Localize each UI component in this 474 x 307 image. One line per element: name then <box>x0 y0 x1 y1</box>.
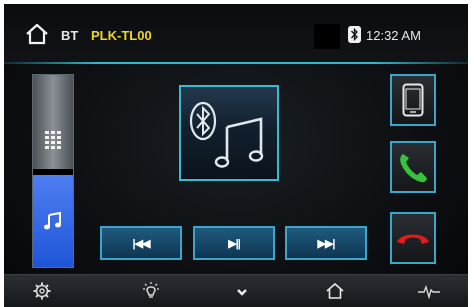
settings-gear-icon[interactable] <box>33 282 51 300</box>
bluetooth-icon <box>348 26 361 43</box>
album-art <box>179 85 279 181</box>
clock: 12:32 AM <box>366 28 421 43</box>
answer-call-button[interactable] <box>390 141 436 193</box>
chevron-down-icon[interactable] <box>233 282 251 300</box>
status-bar: BT PLK-TL00 12:32 AM <box>4 4 468 64</box>
keypad-button[interactable] <box>33 115 73 165</box>
device-name: PLK-TL00 <box>91 28 152 43</box>
music-button[interactable] <box>33 175 73 267</box>
car-head-unit-screen: BT PLK-TL00 12:32 AM |◀◀ ▶|| ▶▶| <box>4 4 468 307</box>
status-placeholder <box>314 24 340 49</box>
next-track-button[interactable]: ▶▶| <box>285 226 367 260</box>
bottom-bar <box>4 274 468 307</box>
previous-track-button[interactable]: |◀◀ <box>100 226 182 260</box>
call-hangup-icon <box>397 234 429 244</box>
status-bar-divider <box>4 62 468 64</box>
mode-selector <box>32 74 74 268</box>
play-pause-button[interactable]: ▶|| <box>193 226 275 260</box>
keypad-grid-icon <box>45 131 61 149</box>
call-answer-icon <box>400 154 427 183</box>
brightness-icon[interactable] <box>142 282 160 300</box>
home-icon[interactable] <box>326 282 344 300</box>
source-label: BT <box>61 28 79 43</box>
mobile-phone-icon <box>402 83 424 117</box>
bluetooth-music-icon <box>189 101 264 168</box>
equalizer-wave-icon[interactable] <box>418 282 440 300</box>
home-icon[interactable] <box>25 22 49 46</box>
hang-up-button[interactable] <box>390 212 436 264</box>
music-note-icon <box>44 211 61 230</box>
phone-device-button[interactable] <box>390 74 436 126</box>
